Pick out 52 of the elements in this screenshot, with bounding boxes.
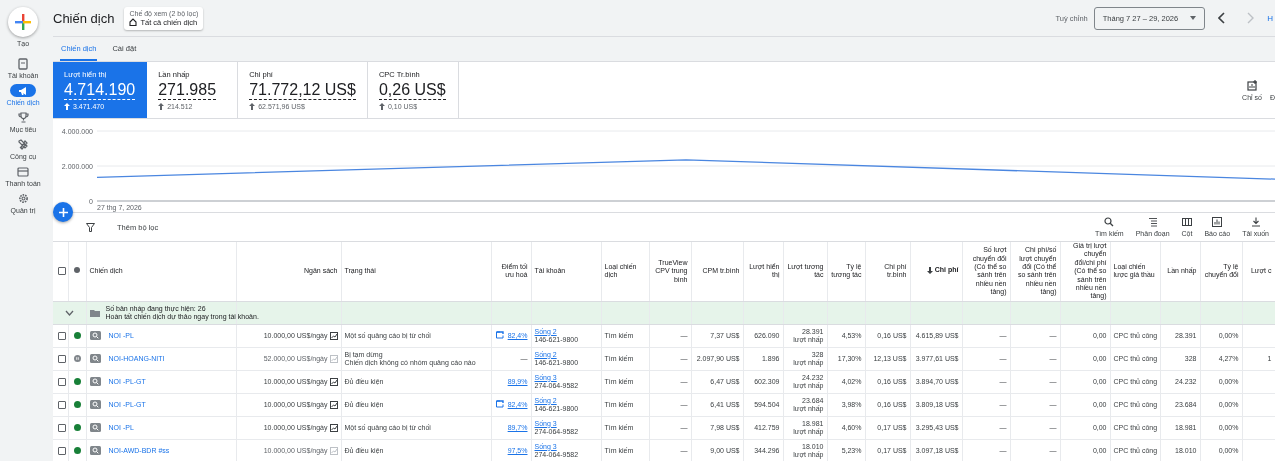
- window-arrow-icon[interactable]: [495, 331, 504, 340]
- arrow-down-icon: [926, 267, 933, 274]
- settings-icon: [17, 193, 29, 204]
- columns-icon: [1182, 217, 1192, 227]
- trophy-icon: [17, 112, 29, 123]
- search-icon: [89, 445, 101, 455]
- chart-add-icon: [1246, 79, 1258, 91]
- chevron-left-icon[interactable]: [1218, 12, 1227, 24]
- chart-icon[interactable]: [329, 331, 338, 340]
- search-icon: [89, 330, 101, 340]
- plus-icon: [7, 6, 39, 38]
- search-icon: [89, 376, 101, 386]
- search-icon: [89, 353, 101, 363]
- add-button[interactable]: [53, 202, 73, 222]
- checkbox[interactable]: [57, 354, 66, 363]
- page-title: Chiến dịch: [53, 10, 115, 26]
- checkbox[interactable]: [57, 267, 66, 276]
- chart-icon[interactable]: [329, 377, 338, 386]
- metric-value: 271.985: [158, 80, 217, 100]
- metric-value: 71.772,12 US$: [249, 80, 356, 100]
- metric-value: 4.714.190: [64, 80, 136, 100]
- arrow-up-icon: [378, 103, 385, 110]
- checkbox[interactable]: [57, 331, 66, 340]
- checkbox[interactable]: [57, 446, 66, 455]
- caret-icon: [1190, 16, 1197, 20]
- card-icon: [17, 166, 29, 177]
- search-icon: [89, 399, 101, 409]
- metric-value: 0,26 US$: [378, 80, 446, 100]
- chevron-down-icon[interactable]: [64, 309, 74, 316]
- folder-icon: [89, 308, 100, 317]
- bar-chart-icon: [1212, 217, 1223, 227]
- home-icon: [129, 18, 138, 26]
- search-icon: [89, 422, 101, 432]
- checkbox[interactable]: [57, 400, 66, 409]
- arrow-up-icon: [64, 103, 70, 110]
- arrow-up-icon: [158, 103, 165, 110]
- status-icon: [74, 267, 80, 274]
- download-icon: [1250, 217, 1261, 227]
- lines-icon: [1147, 217, 1158, 227]
- filter-icon[interactable]: [86, 222, 95, 232]
- arrow-up-icon: [249, 103, 256, 110]
- chart-icon[interactable]: [329, 423, 338, 432]
- chart-icon[interactable]: [329, 400, 338, 409]
- window-arrow-icon[interactable]: [495, 400, 504, 409]
- search-icon: [1104, 217, 1115, 227]
- checkbox[interactable]: [57, 423, 66, 432]
- checkbox[interactable]: [57, 377, 66, 386]
- tools-icon: [17, 139, 29, 150]
- plus-icon: [58, 207, 68, 217]
- megaphone-icon: [17, 85, 29, 96]
- panel-icon: [18, 57, 28, 70]
- link[interactable]: H: [1267, 13, 1273, 23]
